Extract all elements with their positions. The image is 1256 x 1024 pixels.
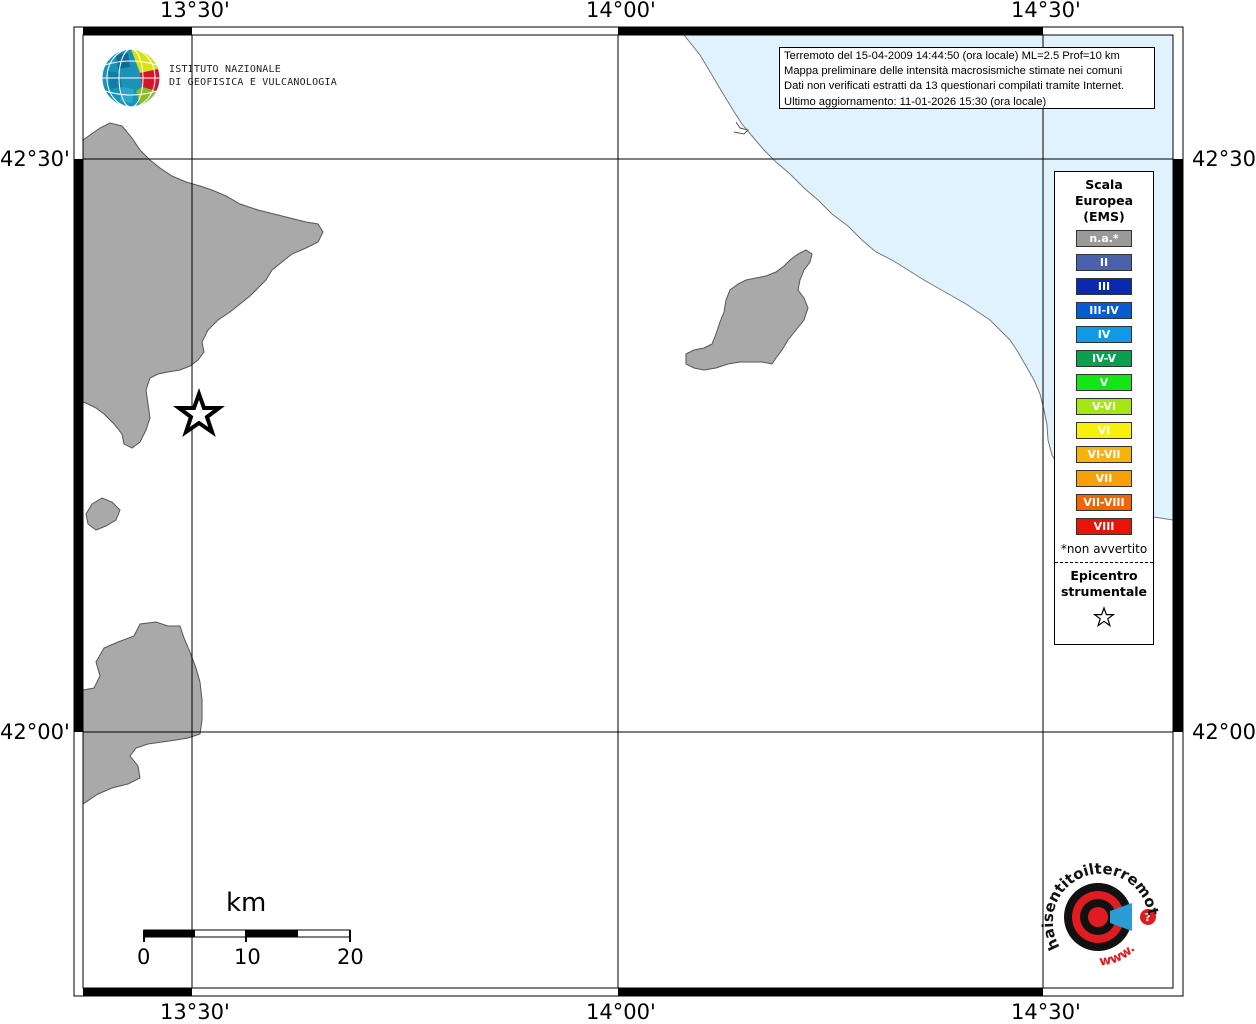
legend-item-ii: II (1076, 254, 1132, 271)
ingv-name-line2: DI GEOFISICA E VULCANOLOGIA (169, 77, 337, 88)
land-center (685, 249, 813, 371)
haisentito-logo-icon: ? haisentitoilterremoto.it www. (1035, 841, 1162, 969)
legend-item-n-a: n.a.* (1076, 230, 1132, 247)
info-line-4: Ultimo aggiornamento: 11-01-2026 15:30 (… (784, 95, 1047, 108)
land-southwest (83, 621, 203, 805)
scale-bar-title: km (226, 888, 267, 918)
legend-item-iv: IV (1076, 326, 1132, 343)
epicenter-star-icon[interactable] (173, 388, 225, 438)
legend-item-iii-iv: III-IV (1076, 302, 1132, 319)
legend-divider (1055, 562, 1153, 563)
legend-item-vii: VII (1076, 470, 1132, 487)
info-line-3: Dati non verificati estratti da 13 quest… (784, 80, 1125, 93)
ingv-name-line1: ISTITUTO NAZIONALE (169, 64, 281, 75)
legend-note: *non avvertito (1060, 542, 1148, 556)
legend-title-line1: Scala (1085, 177, 1123, 192)
legend-item-viii: VIII (1076, 518, 1132, 535)
top-lon-label-1: 13°30' (160, 0, 230, 22)
scale-tick-10: 10 (234, 945, 261, 969)
land-patch-west (85, 497, 121, 531)
haisentito-logo[interactable]: ? haisentitoilterremoto.it www. (1035, 841, 1166, 981)
info-line-2: Mappa preliminare delle intensità macros… (784, 65, 1123, 78)
legend-item-iii: III (1076, 278, 1132, 295)
legend-item-v-vi: V-VI (1076, 398, 1132, 415)
left-lat-label-2: 42°00' (0, 720, 70, 744)
ingv-logo: ISTITUTO NAZIONALE DI GEOFISICA E VULCAN… (100, 47, 337, 109)
left-lat-label-1: 42°30' (0, 147, 70, 171)
info-line-1: Terremoto del 15-04-2009 14:44:50 (ora l… (784, 50, 1120, 62)
land-northwest (83, 122, 324, 449)
legend-epicenter-line2: strumentale (1060, 584, 1148, 599)
legend-item-vi: VI (1076, 422, 1132, 439)
globe-icon (101, 48, 161, 108)
ems-legend: Scala Europea (EMS) n.a.* II III III-IV IV IV… (1054, 171, 1154, 645)
legend-star-icon (1055, 606, 1153, 632)
earthquake-info-box: Terremoto del 15-04-2009 14:44:50 (ora l… (779, 47, 1155, 109)
scale-tick-0: 0 (137, 945, 151, 969)
top-lon-label-2: 14°00' (586, 0, 656, 22)
legend-title-line3: (EMS) (1083, 209, 1125, 224)
legend-item-vii-viii: VII-VIII (1076, 494, 1132, 511)
legend-title-line2: Europea (1074, 193, 1134, 208)
bottom-lon-label-1: 13°30' (160, 1000, 230, 1024)
top-lon-label-3: 14°30' (1011, 0, 1081, 22)
legend-item-vi-vii: VI-VII (1076, 446, 1132, 463)
right-lat-label-1: 42°30' (1192, 147, 1256, 171)
legend-epicenter-label: Epicentro strumentale (1055, 568, 1153, 600)
legend-item-iv-v: IV-V (1076, 350, 1132, 367)
legend-title: Scala Europea (EMS) (1055, 177, 1153, 225)
legend-items: n.a.* II III III-IV IV IV-V V V-VI VI VI-VII VII VI… (1055, 230, 1153, 535)
legend-item-v: V (1076, 374, 1132, 391)
scale-tick-20: 20 (337, 945, 364, 969)
right-lat-label-2: 42°00' (1192, 720, 1256, 744)
legend-epicenter-line1: Epicentro (1070, 568, 1138, 583)
scale-bar (143, 929, 351, 942)
bottom-lon-label-3: 14°30' (1011, 1000, 1081, 1024)
bottom-lon-label-2: 14°00' (586, 1000, 656, 1024)
